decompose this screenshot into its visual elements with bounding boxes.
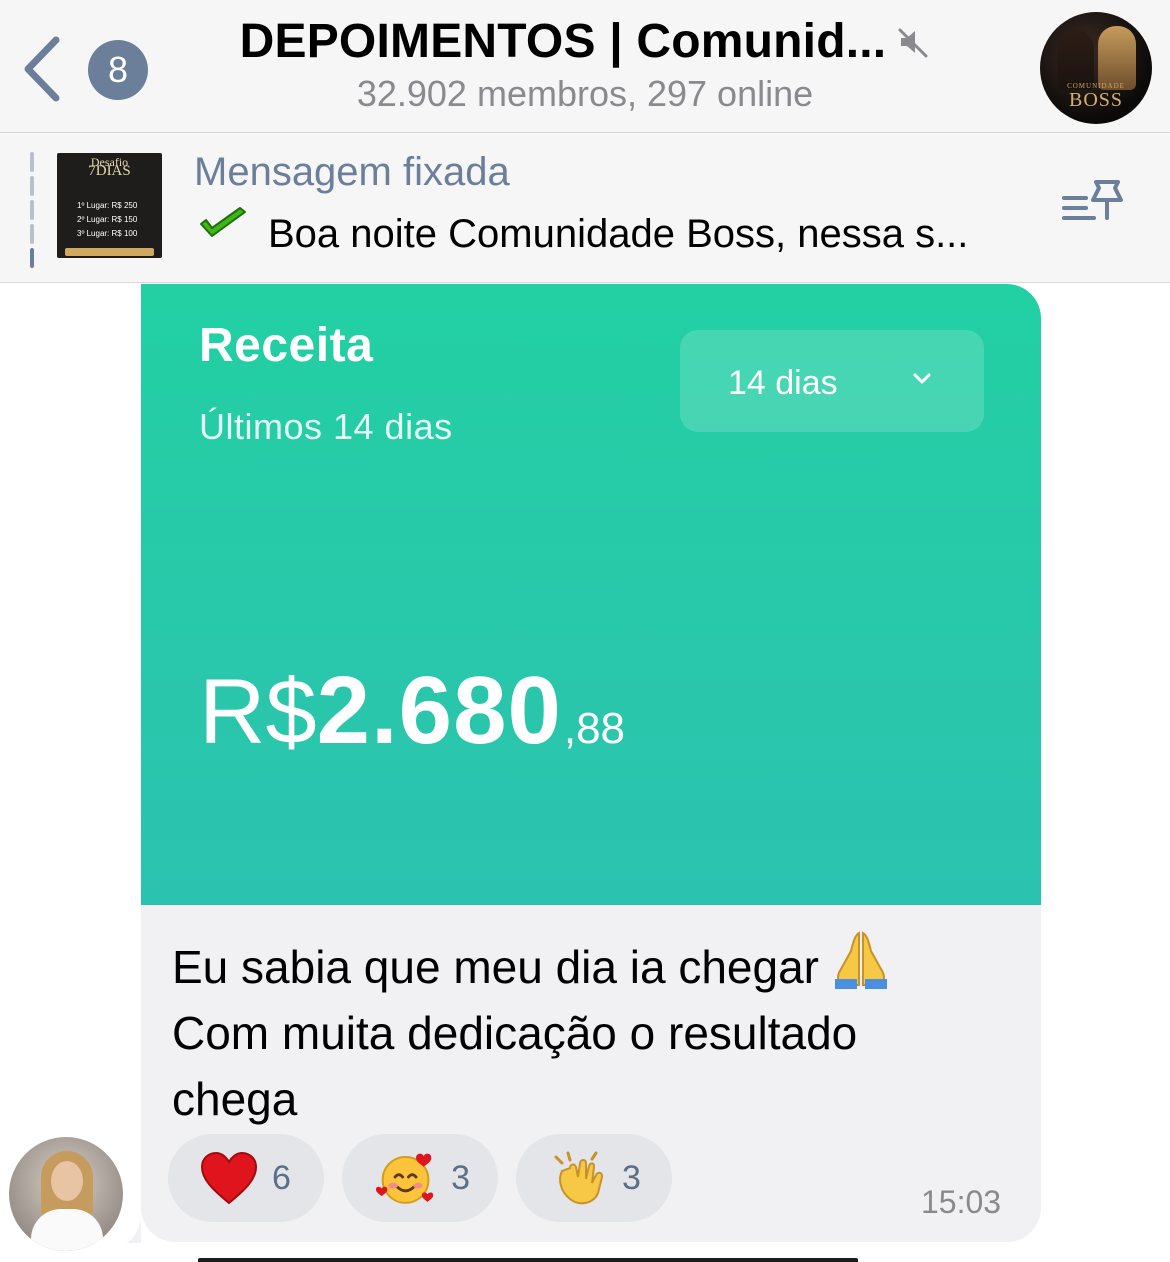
reaction-clapping[interactable]: 3 (516, 1134, 672, 1222)
pinned-indicator (30, 152, 34, 268)
group-avatar[interactable]: COMUNIDADE BOSS (1040, 12, 1152, 124)
reaction-count: 3 (622, 1158, 641, 1197)
pinned-thumbnail: Desafio 7DIAS 1º Lugar: R$ 250 2º Lugar:… (57, 153, 162, 258)
chat-subtitle: 32.902 membros, 297 online (356, 73, 814, 114)
period-select: 14 dias (680, 330, 984, 432)
pinned-list-icon[interactable] (1060, 178, 1126, 230)
heart-icon (200, 1151, 258, 1205)
reaction-count: 6 (272, 1158, 291, 1197)
thumb-row: 3º Lugar: R$ 100 (77, 229, 138, 238)
smiling-face-with-hearts-icon (375, 1153, 434, 1204)
muted-speaker-icon (898, 28, 928, 57)
thumb-row: 1º Lugar: R$ 250 (77, 201, 138, 210)
reaction-smiling-hearts[interactable]: 3 (342, 1134, 498, 1222)
back-button[interactable]: 8 (22, 34, 148, 102)
message-time: 15:03 (921, 1184, 1002, 1220)
message-line: chega (172, 1073, 298, 1125)
clapping-hands-icon (554, 1151, 604, 1205)
chat-title: DEPOIMENTOS | Comunid... (239, 15, 887, 68)
avatar-face (51, 1161, 83, 1201)
avatar-body (31, 1209, 103, 1251)
next-message-edge (198, 1258, 858, 1262)
check-mark-icon (200, 207, 246, 237)
folded-hands-icon (835, 931, 887, 989)
message-line-text: Eu sabia que meu dia ia chegar (172, 941, 819, 993)
pinned-message-bar[interactable]: Desafio 7DIAS 1º Lugar: R$ 250 2º Lugar:… (0, 134, 1170, 283)
reaction-count: 3 (451, 1158, 470, 1197)
bubble-tail (126, 1219, 141, 1243)
reaction-heart[interactable]: 6 (168, 1134, 324, 1222)
sender-avatar[interactable] (9, 1137, 123, 1251)
chat-header: 8 DEPOIMENTOS | Comunid... 32.902 membro… (0, 0, 1170, 133)
revenue-amount: R$2.680,88 (199, 656, 625, 766)
chat-area[interactable]: Receita Últimos 14 dias 14 dias R$2.680,… (0, 284, 1170, 1262)
avatar-brand: BOSS (1068, 89, 1124, 111)
avatar-person-1 (1058, 30, 1094, 90)
thumb-row: 2º Lugar: R$ 150 (77, 215, 138, 224)
amount-integer: 2.680 (316, 657, 562, 764)
message-bubble[interactable]: Receita Últimos 14 dias 14 dias R$2.680,… (141, 284, 1041, 1242)
thumb-rows: 1º Lugar: R$ 250 2º Lugar: R$ 150 3º Lug… (77, 199, 137, 241)
image-subtitle: Últimos 14 dias (199, 406, 453, 447)
avatar-person-2 (1098, 26, 1136, 90)
thumb-cta (65, 248, 154, 256)
amount-currency: R$ (199, 661, 317, 763)
chat-title-area[interactable]: DEPOIMENTOS | Comunid... 32.902 membros,… (200, 14, 970, 115)
chat-title-row: DEPOIMENTOS | Comunid... (240, 14, 931, 69)
message-text: Eu sabia que meu dia ia chegar Com muita… (172, 929, 1012, 1132)
message-line: Com muita dedicação o resultado (172, 1007, 858, 1059)
thumb-line-2: 7DIAS (88, 163, 131, 179)
unread-badge: 8 (88, 40, 148, 100)
amount-cents: ,88 (563, 704, 626, 753)
chevron-left-icon (24, 36, 60, 102)
message-image[interactable]: Receita Últimos 14 dias 14 dias R$2.680,… (141, 284, 1041, 905)
image-title: Receita (199, 319, 374, 372)
reactions-row: 6 3 3 (168, 1134, 672, 1224)
pinned-label: Mensagem fixada (194, 150, 510, 194)
pinned-text: Boa noite Comunidade Boss, nessa s... (268, 212, 969, 256)
chevron-down-icon (913, 373, 931, 384)
message-line: Eu sabia que meu dia ia chegar (172, 929, 1012, 1000)
period-select-label: 14 dias (728, 364, 838, 402)
